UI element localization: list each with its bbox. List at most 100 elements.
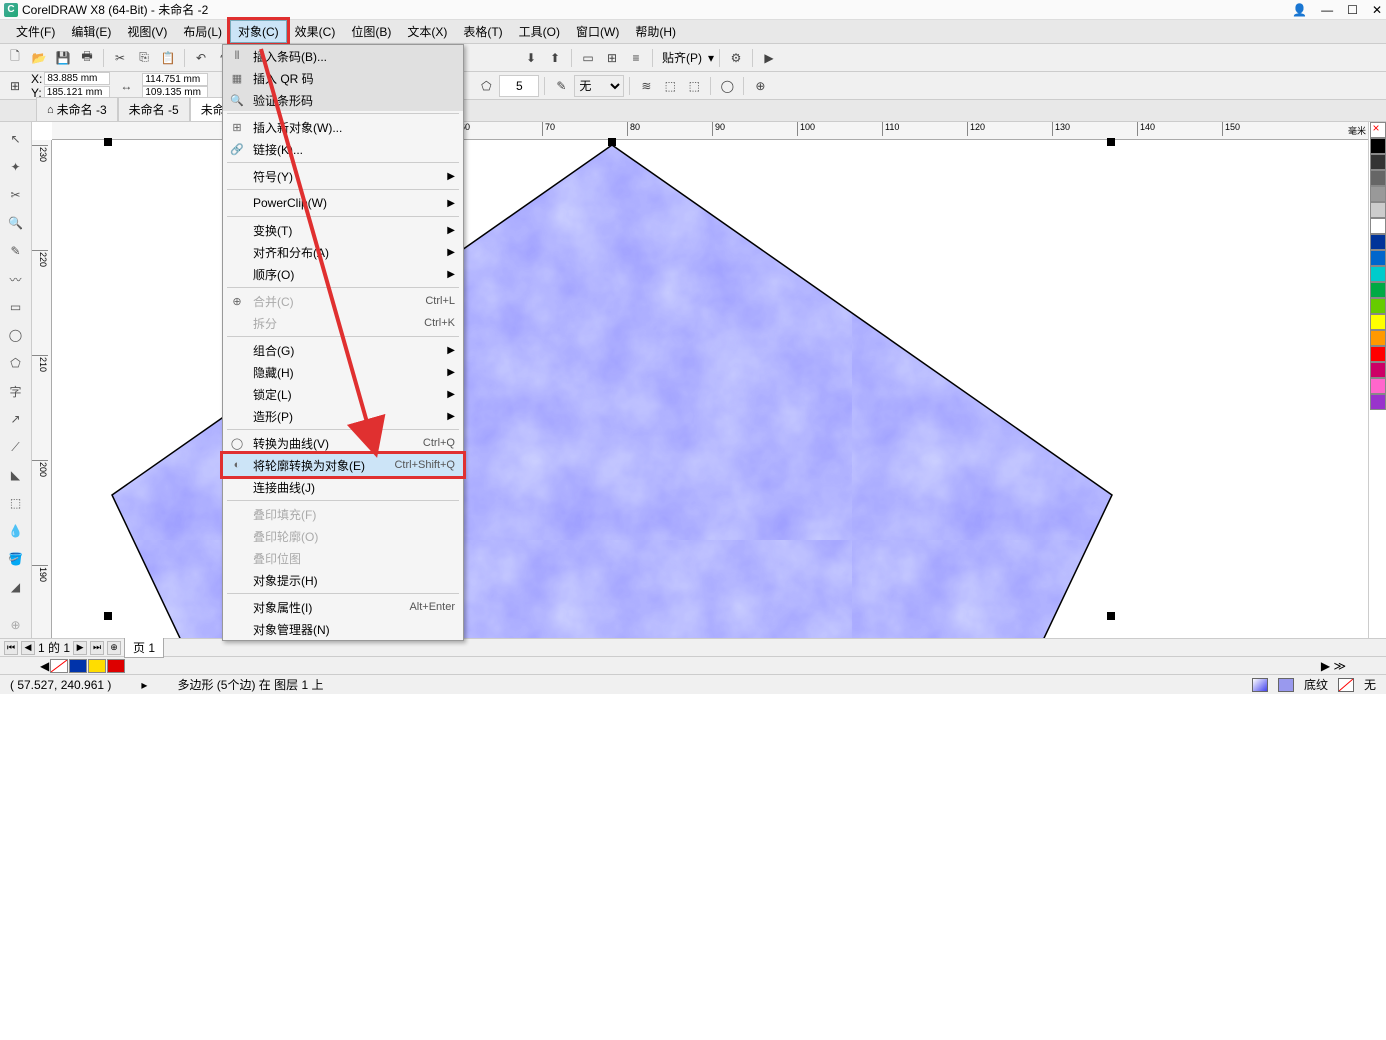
to-back-button[interactable]: ⬚: [683, 75, 705, 97]
color-purple[interactable]: [1370, 394, 1386, 410]
palette-none[interactable]: [50, 659, 68, 673]
polygon-tool[interactable]: ⬠: [3, 350, 29, 376]
color-none[interactable]: ×: [1370, 122, 1386, 138]
text-tool[interactable]: 字: [3, 378, 29, 404]
selection-handle-n[interactable]: [608, 138, 616, 146]
selection-handle-e[interactable]: [1107, 612, 1115, 620]
fullscreen-button[interactable]: ▭: [577, 47, 599, 69]
palette-yellow[interactable]: [88, 659, 106, 673]
undo-button[interactable]: ↶: [190, 47, 212, 69]
menu-insert-qr[interactable]: ▦插入 QR 码: [223, 67, 463, 89]
menu-help[interactable]: 帮助(H): [627, 20, 684, 43]
menu-align[interactable]: 对齐和分布(A)▶: [223, 241, 463, 263]
color-yellow[interactable]: [1370, 314, 1386, 330]
color-light[interactable]: [1370, 202, 1386, 218]
menu-object-properties[interactable]: 对象属性(I)Alt+Enter: [223, 596, 463, 618]
connector-tool[interactable]: ⟋: [3, 434, 29, 460]
menu-object[interactable]: 对象(C): [230, 20, 287, 43]
cut-button[interactable]: ✂: [109, 47, 131, 69]
page-first-button[interactable]: ⏮: [4, 641, 18, 655]
paste-button[interactable]: 📋: [157, 47, 179, 69]
doc-tab-1[interactable]: ⌂未命名 -3: [36, 97, 118, 121]
sides-input[interactable]: [499, 75, 539, 97]
copy-button[interactable]: ⎘: [133, 47, 155, 69]
color-navy[interactable]: [1370, 234, 1386, 250]
wrap-text-button[interactable]: ≋: [635, 75, 657, 97]
color-red[interactable]: [1370, 346, 1386, 362]
transparency-tool[interactable]: ⬚: [3, 490, 29, 516]
pick-tool[interactable]: ↖: [3, 126, 29, 152]
color-arrow-right[interactable]: ▶ ≫: [1321, 659, 1346, 673]
page-tab-1[interactable]: 页 1: [124, 637, 164, 658]
maximize-button[interactable]: ☐: [1347, 3, 1358, 17]
color-dark[interactable]: [1370, 154, 1386, 170]
x-input[interactable]: [44, 72, 110, 85]
open-button[interactable]: 📂: [28, 47, 50, 69]
menu-effect[interactable]: 效果(C): [287, 20, 344, 43]
outline-width-select[interactable]: 无: [574, 75, 624, 97]
color-orange[interactable]: [1370, 330, 1386, 346]
menu-table[interactable]: 表格(T): [455, 20, 510, 43]
eyedropper-tool[interactable]: 💧: [3, 518, 29, 544]
grid-button[interactable]: ⊞: [601, 47, 623, 69]
menu-powerclip[interactable]: PowerClip(W)▶: [223, 192, 463, 214]
selection-handle-w[interactable]: [104, 612, 112, 620]
color-arrow-left[interactable]: ◀: [40, 659, 49, 673]
selection-handle-nw[interactable]: [104, 138, 112, 146]
palette-blue[interactable]: [69, 659, 87, 673]
page-add-button[interactable]: ⊕: [107, 641, 121, 655]
page-last-button[interactable]: ⏭: [90, 641, 104, 655]
menu-order[interactable]: 顺序(O)▶: [223, 263, 463, 285]
palette-red[interactable]: [107, 659, 125, 673]
menu-outline-to-object[interactable]: ◐将轮廓转换为对象(E)Ctrl+Shift+Q: [223, 454, 463, 476]
color-magenta[interactable]: [1370, 362, 1386, 378]
new-doc-button[interactable]: 🗋: [4, 47, 26, 69]
save-button[interactable]: 💾: [52, 47, 74, 69]
fill-tool[interactable]: 🪣: [3, 546, 29, 572]
color-blue[interactable]: [1370, 250, 1386, 266]
close-button[interactable]: ✕: [1372, 3, 1382, 17]
options-button[interactable]: ⚙: [725, 47, 747, 69]
color-cyan[interactable]: [1370, 266, 1386, 282]
menu-join-curves[interactable]: 连接曲线(J): [223, 476, 463, 498]
menu-lock[interactable]: 锁定(L)▶: [223, 383, 463, 405]
menu-shape[interactable]: 造形(P)▶: [223, 405, 463, 427]
page-prev-button[interactable]: ◀: [21, 641, 35, 655]
menu-tools[interactable]: 工具(O): [511, 20, 568, 43]
menu-view[interactable]: 视图(V): [119, 20, 175, 43]
freehand-tool[interactable]: ✎: [3, 238, 29, 264]
smart-draw-tool[interactable]: 〰: [3, 266, 29, 292]
status-outline-swatch[interactable]: [1338, 678, 1354, 692]
menu-to-curves[interactable]: ◯转换为曲线(V)Ctrl+Q: [223, 432, 463, 454]
import-button[interactable]: ⬇: [520, 47, 542, 69]
dimension-tool[interactable]: ↗: [3, 406, 29, 432]
user-icon[interactable]: 👤: [1292, 3, 1307, 17]
shape-tool[interactable]: ✦: [3, 154, 29, 180]
menu-validate-barcode[interactable]: 🔍验证条形码: [223, 89, 463, 111]
ellipse-tool[interactable]: ◯: [3, 322, 29, 348]
color-black[interactable]: [1370, 138, 1386, 154]
menu-hide[interactable]: 隐藏(H)▶: [223, 361, 463, 383]
menu-bitmap[interactable]: 位图(B): [343, 20, 399, 43]
menu-layout[interactable]: 布局(L): [175, 20, 230, 43]
menu-group[interactable]: 组合(G)▶: [223, 339, 463, 361]
status-texture-swatch[interactable]: [1278, 678, 1294, 692]
menu-file[interactable]: 文件(F): [8, 20, 63, 43]
print-button[interactable]: 🖶: [76, 47, 98, 69]
menu-transform[interactable]: 变换(T)▶: [223, 219, 463, 241]
doc-tab-2[interactable]: 未命名 -5: [118, 97, 190, 121]
add-tool[interactable]: ⊕: [3, 612, 29, 638]
color-pink[interactable]: [1370, 378, 1386, 394]
export-button[interactable]: ⬆: [544, 47, 566, 69]
drop-shadow-tool[interactable]: ◣: [3, 462, 29, 488]
color-lime[interactable]: [1370, 298, 1386, 314]
zoom-tool[interactable]: 🔍: [3, 210, 29, 236]
color-gray[interactable]: [1370, 170, 1386, 186]
width-input[interactable]: [142, 73, 208, 86]
crop-tool[interactable]: ✂: [3, 182, 29, 208]
page-next-button[interactable]: ▶: [73, 641, 87, 655]
add-button[interactable]: ⊕: [749, 75, 771, 97]
selection-handle-ne[interactable]: [1107, 138, 1115, 146]
menu-link[interactable]: 🔗链接(K)...: [223, 138, 463, 160]
menu-symbols[interactable]: 符号(Y)▶: [223, 165, 463, 187]
